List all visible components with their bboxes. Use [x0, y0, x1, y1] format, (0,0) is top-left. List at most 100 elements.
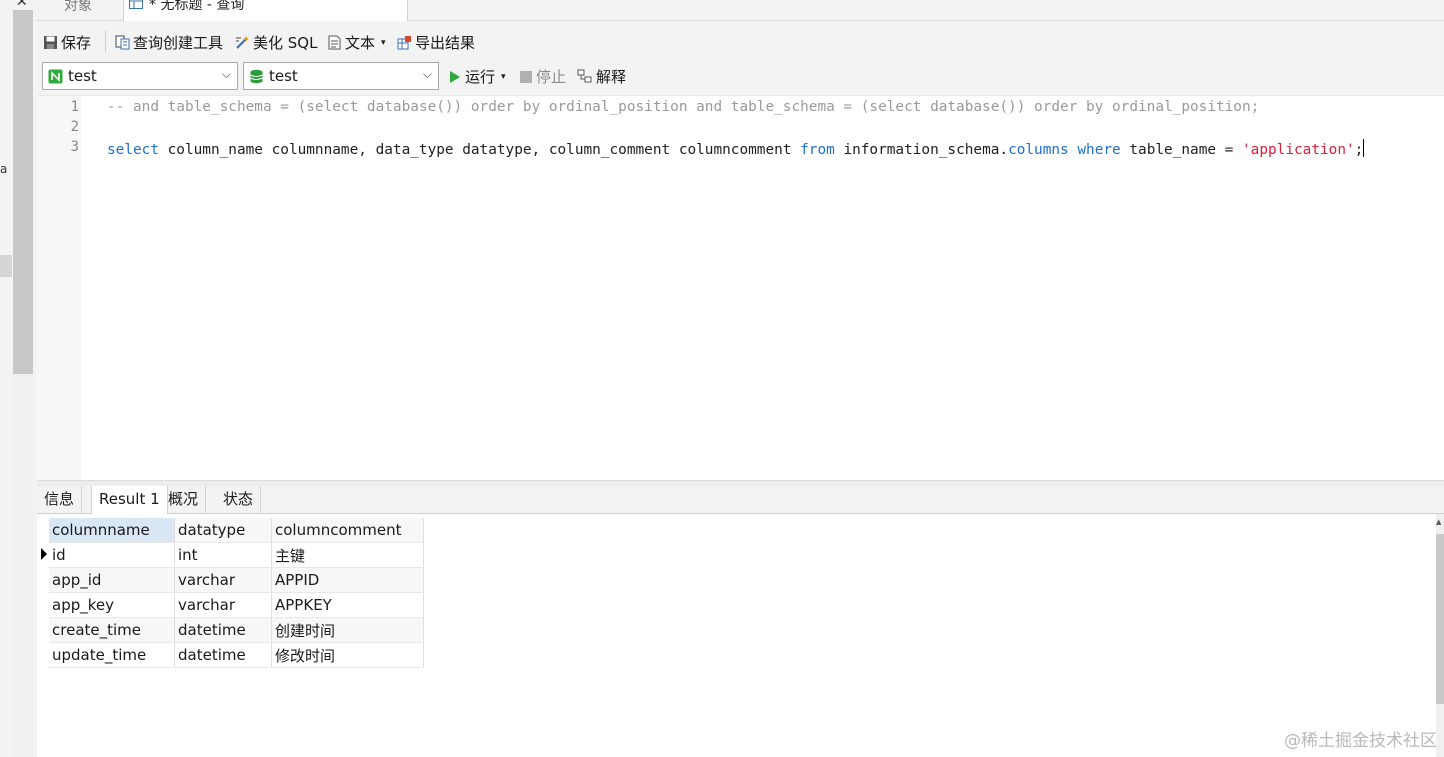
query-tab-title: * 无标题 - 查询 [149, 0, 245, 13]
left-panel-strip: ✕ a [0, 0, 37, 757]
text-caret [1363, 139, 1365, 157]
table-cell[interactable]: APPID [271, 567, 424, 593]
text-dropdown-icon[interactable]: ▾ [381, 38, 386, 48]
code-line-3: select column_name columnname, data_type… [107, 139, 1365, 158]
table-cell[interactable]: 创建时间 [271, 617, 424, 643]
sql-text: information_schema. [834, 142, 1009, 158]
table-row[interactable]: id int 主键 [49, 542, 424, 568]
table-cell[interactable]: int [174, 542, 272, 568]
table-row[interactable]: update_time datetime 修改时间 [49, 642, 424, 668]
table-cell[interactable]: datetime [174, 617, 272, 643]
tab-profile[interactable]: 概况 [161, 486, 207, 513]
table-header-row: columnname datatype columncomment [49, 518, 424, 543]
column-header[interactable]: columncomment [271, 518, 424, 543]
explain-button[interactable]: 解释 [577, 66, 626, 87]
connection-select[interactable]: test ⌵ [42, 62, 238, 90]
sql-string: 'application' [1242, 142, 1355, 158]
query-builder-button[interactable]: 查询创建工具 [115, 32, 223, 53]
table-row[interactable]: create_time datetime 创建时间 [49, 617, 424, 643]
code-line-1: -- and table_schema = (select database()… [107, 99, 1260, 115]
tab-query[interactable]: * 无标题 - 查询 [123, 0, 408, 21]
connection-bar: test ⌵ test ⌵ 运行 ▾ 停止 解释 [37, 61, 1444, 95]
sql-keyword: where [1077, 142, 1121, 158]
table-row[interactable]: app_id varchar APPID [49, 567, 424, 593]
line-number: 3 [70, 139, 79, 155]
table-cell[interactable]: datetime [174, 642, 272, 668]
watermark: @稀土掘金技术社区 [1284, 731, 1437, 751]
row-pointer-icon [41, 548, 47, 560]
table-cell[interactable]: APPKEY [271, 592, 424, 618]
table-cell[interactable]: app_id [49, 567, 175, 593]
table-cell[interactable]: id [49, 542, 175, 568]
save-button[interactable]: 保存 [43, 32, 91, 53]
table-cell[interactable]: app_key [49, 592, 175, 618]
text-label: 文本 [345, 34, 376, 52]
save-icon [44, 36, 57, 49]
beautify-icon [236, 36, 249, 49]
beautify-sql-button[interactable]: 美化 SQL [235, 32, 317, 53]
toolbar: 保存 查询创建工具 美化 SQL 文本 ▾ 导出结果 [37, 21, 1444, 61]
result-scrollbar[interactable]: ▲ [1436, 514, 1444, 757]
query-builder-icon [115, 35, 130, 50]
left-selection-mark [0, 255, 12, 277]
result-tab-bar: 信息 Result 1 概况 状态 [37, 486, 1444, 514]
stop-label: 停止 [536, 68, 567, 86]
sql-text: table_name = [1120, 142, 1243, 158]
query-builder-label: 查询创建工具 [133, 34, 224, 52]
sql-text: ; [1354, 142, 1364, 158]
toolbar-divider [105, 30, 106, 52]
connection-value: test [68, 67, 97, 85]
stop-button[interactable]: 停止 [520, 66, 566, 87]
left-scrollbar-thumb[interactable] [13, 10, 33, 374]
export-label: 导出结果 [415, 34, 476, 52]
line-number: 1 [70, 99, 79, 115]
sql-keyword: select [107, 142, 159, 158]
column-header[interactable]: datatype [174, 518, 272, 543]
export-results-button[interactable]: 导出结果 [397, 32, 475, 53]
explain-icon [577, 69, 592, 83]
text-button[interactable]: 文本 ▾ [327, 32, 386, 53]
tab-result-1[interactable]: Result 1 [91, 486, 168, 514]
tab-info[interactable]: 信息 [37, 486, 83, 513]
table-row[interactable]: app_key varchar APPKEY [49, 592, 424, 618]
tab-strip: 对象 * 无标题 - 查询 [37, 0, 1444, 21]
export-icon [397, 36, 411, 50]
column-header[interactable]: columnname [49, 518, 175, 543]
result-panel: columnname datatype columncomment id int… [37, 514, 1444, 757]
table-cell[interactable]: varchar [174, 567, 272, 593]
run-dropdown-icon[interactable]: ▾ [501, 72, 506, 82]
table-cell[interactable]: create_time [49, 617, 175, 643]
sql-keyword: columns [1008, 142, 1069, 158]
sql-editor[interactable]: 1 2 3 -- and table_schema = (select data… [37, 95, 1444, 481]
explain-label: 解释 [596, 68, 627, 86]
text-icon [328, 35, 341, 50]
save-label: 保存 [61, 34, 92, 52]
tab-status[interactable]: 状态 [216, 486, 262, 513]
run-label: 运行 [465, 68, 496, 86]
tab-objects[interactable]: 对象 [64, 0, 92, 15]
left-edge-text: a [0, 162, 8, 176]
query-tab-icon [129, 0, 143, 9]
line-number: 2 [70, 119, 79, 135]
table-cell[interactable]: varchar [174, 592, 272, 618]
chevron-down-icon[interactable]: ⌵ [222, 67, 231, 82]
result-grid[interactable]: columnname datatype columncomment id int… [49, 518, 424, 668]
database-icon [250, 69, 263, 83]
table-cell[interactable]: 主键 [271, 542, 424, 568]
table-cell[interactable]: 修改时间 [271, 642, 424, 668]
table-cell[interactable]: update_time [49, 642, 175, 668]
chevron-down-icon[interactable]: ⌵ [423, 67, 432, 82]
scroll-up-icon[interactable]: ▲ [1436, 518, 1441, 526]
database-value: test [269, 67, 298, 85]
connection-icon [48, 69, 63, 83]
line-number-gutter: 1 2 3 [37, 96, 81, 481]
sql-keyword: from [800, 142, 835, 158]
run-button[interactable]: 运行 ▾ [449, 66, 506, 87]
close-icon[interactable]: ✕ [16, 0, 28, 10]
sql-text: column_name columnname, data_type dataty… [158, 142, 801, 158]
result-scrollbar-thumb[interactable] [1436, 534, 1444, 704]
beautify-label: 美化 SQL [253, 34, 318, 52]
stop-icon [520, 70, 532, 83]
database-select[interactable]: test ⌵ [243, 62, 439, 90]
run-icon [450, 70, 460, 83]
